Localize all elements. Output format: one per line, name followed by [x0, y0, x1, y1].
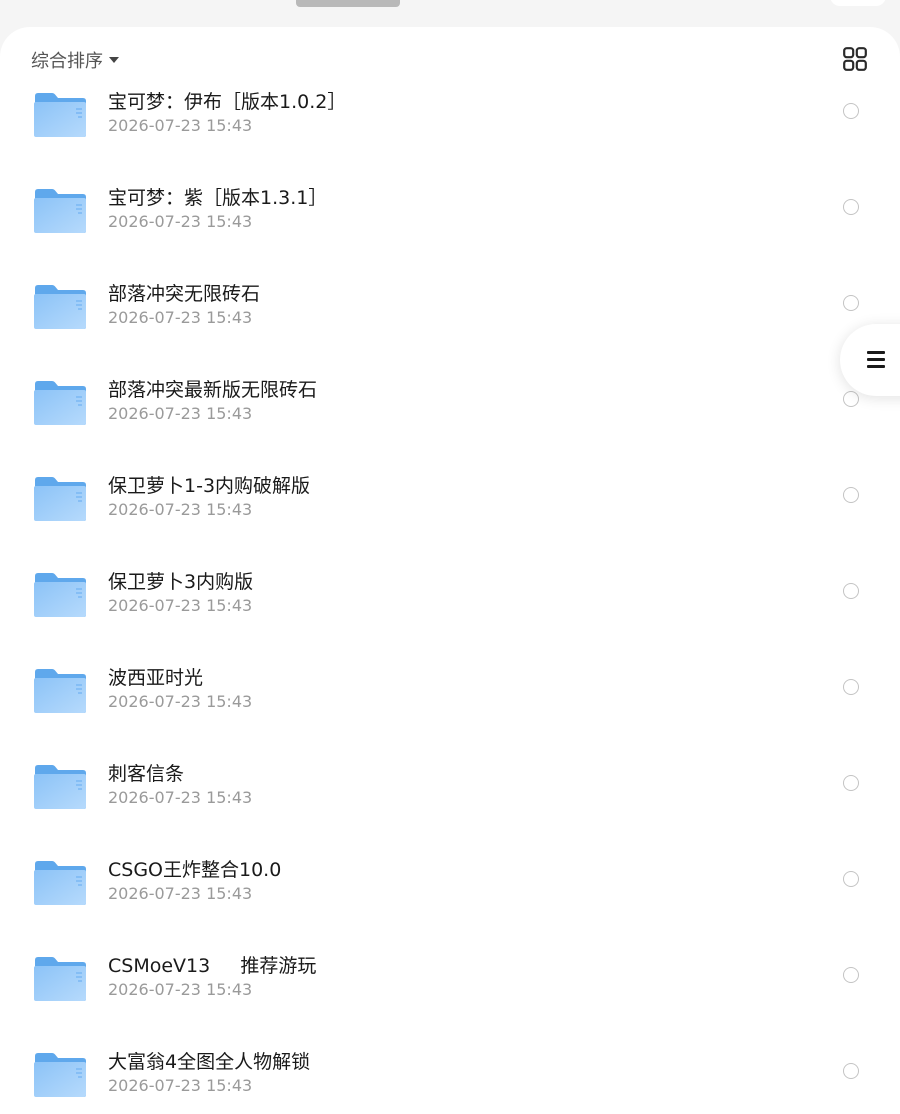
- select-radio[interactable]: [843, 583, 859, 599]
- file-name: 宝可梦：伊布［版本1.0.2］: [108, 91, 347, 113]
- select-radio[interactable]: [843, 199, 859, 215]
- select-radio[interactable]: [843, 679, 859, 695]
- list-item[interactable]: CSMoeV13 推荐游玩 2026-07-23 15:43: [0, 949, 900, 1045]
- folder-icon: [33, 92, 87, 138]
- list-item[interactable]: 大富翁4全图全人物解锁 2026-07-23 15:43: [0, 1045, 900, 1114]
- file-list-sheet: 综合排序 宝可梦：伊布［版本1.0.2］ 2026-07-23 15:43 宝可梦：…: [0, 27, 900, 1114]
- file-name: 保卫萝卜1-3内购破解版: [108, 475, 311, 497]
- file-name: 宝可梦：紫［版本1.3.1］: [108, 187, 328, 209]
- file-date: 2026-07-23 15:43: [108, 404, 253, 423]
- file-date: 2026-07-23 15:43: [108, 116, 253, 135]
- list-item[interactable]: 保卫萝卜1-3内购破解版 2026-07-23 15:43: [0, 469, 900, 565]
- file-date: 2026-07-23 15:43: [108, 788, 253, 807]
- file-date: 2026-07-23 15:43: [108, 596, 253, 615]
- file-date: 2026-07-23 15:43: [108, 212, 253, 231]
- folder-icon: [33, 380, 87, 426]
- folder-icon: [33, 476, 87, 522]
- list-item[interactable]: 部落冲突无限砖石 2026-07-23 15:43: [0, 277, 900, 373]
- folder-icon: [33, 572, 87, 618]
- file-date: 2026-07-23 15:43: [108, 884, 253, 903]
- grid-view-icon[interactable]: [843, 47, 867, 71]
- drag-handle[interactable]: [296, 0, 400, 7]
- file-list: 宝可梦：伊布［版本1.0.2］ 2026-07-23 15:43 宝可梦：紫［版本1…: [0, 85, 900, 1114]
- select-radio[interactable]: [843, 487, 859, 503]
- list-item[interactable]: 宝可梦：伊布［版本1.0.2］ 2026-07-23 15:43: [0, 85, 900, 181]
- list-item[interactable]: 部落冲突最新版无限砖石 2026-07-23 15:43: [0, 373, 900, 469]
- select-radio[interactable]: [843, 1063, 859, 1079]
- folder-icon: [33, 860, 87, 906]
- folder-icon: [33, 1052, 87, 1098]
- list-item[interactable]: 宝可梦：紫［版本1.3.1］ 2026-07-23 15:43: [0, 181, 900, 277]
- list-item[interactable]: 保卫萝卜3内购版 2026-07-23 15:43: [0, 565, 900, 661]
- file-name: 波西亚时光: [108, 667, 204, 689]
- select-radio[interactable]: [843, 391, 859, 407]
- file-name: CSGO王炸整合10.0: [108, 859, 282, 881]
- select-radio[interactable]: [843, 871, 859, 887]
- folder-icon: [33, 668, 87, 714]
- list-item[interactable]: 刺客信条 2026-07-23 15:43: [0, 757, 900, 853]
- file-date: 2026-07-23 15:43: [108, 308, 253, 327]
- folder-icon: [33, 764, 87, 810]
- sort-dropdown[interactable]: 综合排序: [31, 47, 119, 73]
- folder-icon: [33, 956, 87, 1002]
- file-name: CSMoeV13 推荐游玩: [108, 955, 317, 977]
- file-date: 2026-07-23 15:43: [108, 980, 253, 999]
- select-radio[interactable]: [843, 775, 859, 791]
- select-radio[interactable]: [843, 295, 859, 311]
- file-name: 刺客信条: [108, 763, 185, 785]
- top-pill-button[interactable]: [830, 0, 886, 6]
- file-name: 部落冲突无限砖石: [108, 283, 261, 305]
- list-item[interactable]: CSGO王炸整合10.0 2026-07-23 15:43: [0, 853, 900, 949]
- select-radio[interactable]: [843, 103, 859, 119]
- sort-label: 综合排序: [31, 51, 103, 72]
- file-date: 2026-07-23 15:43: [108, 500, 253, 519]
- folder-icon: [33, 284, 87, 330]
- folder-icon: [33, 188, 87, 234]
- file-name: 大富翁4全图全人物解锁: [108, 1051, 311, 1073]
- file-date: 2026-07-23 15:43: [108, 1076, 253, 1095]
- file-name: 保卫萝卜3内购版: [108, 571, 254, 593]
- file-date: 2026-07-23 15:43: [108, 692, 253, 711]
- list-item[interactable]: 波西亚时光 2026-07-23 15:43: [0, 661, 900, 757]
- caret-down-icon: [109, 57, 119, 63]
- file-name: 部落冲突最新版无限砖石: [108, 379, 318, 401]
- select-radio[interactable]: [843, 967, 859, 983]
